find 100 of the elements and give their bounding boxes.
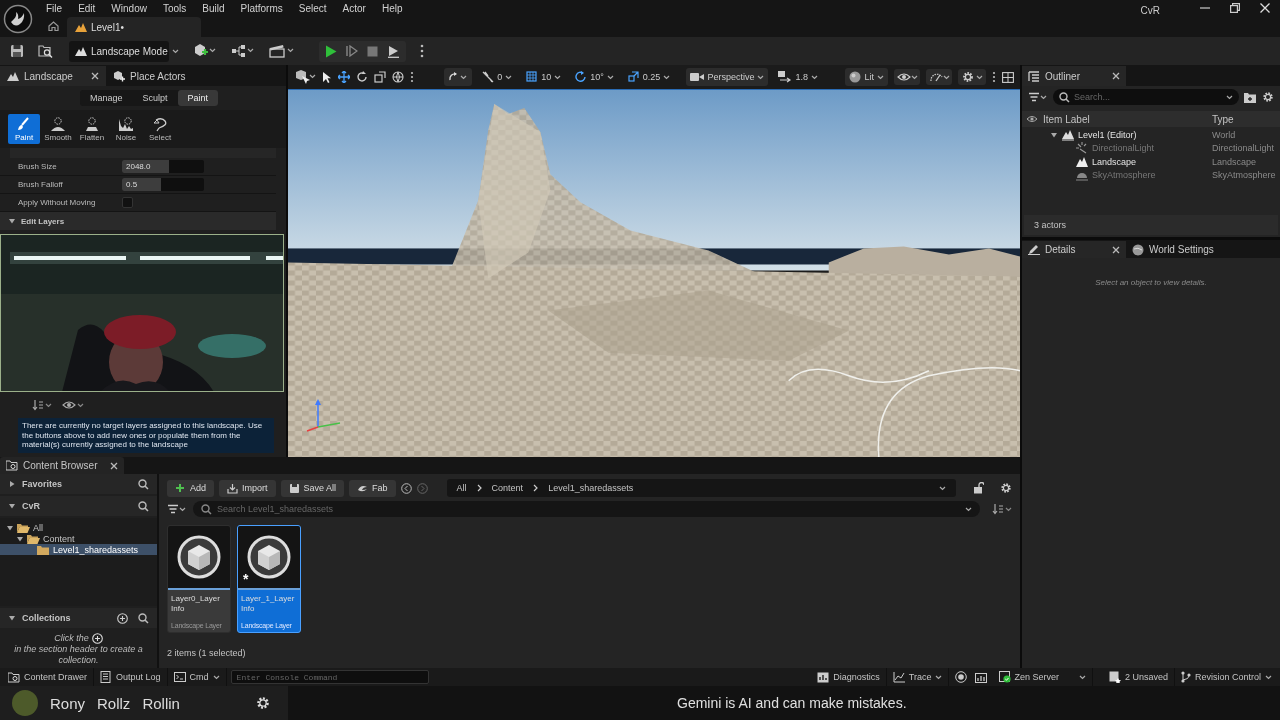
expander-icon[interactable] bbox=[6, 523, 14, 532]
sort-icon[interactable] bbox=[992, 503, 1012, 515]
eject-icon[interactable] bbox=[387, 44, 400, 58]
home-icon[interactable] bbox=[48, 21, 59, 31]
path-bar[interactable]: All Content Level1_sharedassets bbox=[446, 479, 956, 497]
checkbox[interactable] bbox=[122, 197, 133, 208]
folder-row[interactable]: Content bbox=[0, 533, 157, 544]
settings-icon[interactable] bbox=[1262, 91, 1274, 103]
search-input[interactable]: Search... bbox=[1074, 92, 1222, 102]
view-mode-dropdown[interactable]: Lit bbox=[845, 68, 888, 86]
menu-item[interactable]: File bbox=[38, 0, 71, 16]
section-header[interactable]: Edit Layers bbox=[21, 216, 65, 226]
caret-icon[interactable] bbox=[939, 485, 946, 491]
back-icon[interactable] bbox=[400, 482, 412, 494]
snap-dropdown[interactable]: 0.25 bbox=[623, 68, 675, 86]
breadcrumb-item[interactable]: Level1_sharedassets bbox=[548, 483, 634, 493]
tool-button[interactable]: Smooth bbox=[42, 114, 74, 144]
snap-dropdown[interactable]: 0 bbox=[478, 68, 517, 86]
search-field[interactable]: Search... bbox=[1053, 89, 1239, 105]
tool-button[interactable]: Paint bbox=[8, 114, 40, 144]
outliner-item[interactable]: Landscape bbox=[1092, 156, 1137, 167]
close-icon[interactable] bbox=[1112, 245, 1120, 254]
outliner-item[interactable]: SkyAtmosphere bbox=[1092, 170, 1156, 181]
section-header[interactable]: Favorites bbox=[22, 479, 63, 489]
expander-icon[interactable] bbox=[8, 502, 16, 510]
menu-item[interactable]: Select bbox=[290, 0, 335, 16]
eye-icon[interactable] bbox=[1026, 115, 1038, 123]
close-icon[interactable] bbox=[91, 72, 99, 80]
search-icon[interactable] bbox=[138, 612, 149, 624]
record-icon[interactable] bbox=[955, 671, 968, 683]
breadcrumb-item[interactable]: Content bbox=[491, 483, 524, 493]
toolbar-button[interactable]: Save All bbox=[280, 479, 345, 497]
section-header[interactable]: Collections bbox=[22, 613, 71, 623]
console-input[interactable]: Enter Console Command bbox=[230, 670, 429, 684]
stop-icon[interactable] bbox=[367, 45, 378, 57]
number-slider[interactable]: 2048.0 bbox=[122, 160, 204, 173]
expander-icon[interactable] bbox=[8, 480, 16, 488]
sort-icon[interactable] bbox=[32, 399, 52, 411]
logo-icon[interactable] bbox=[3, 3, 33, 34]
panel-tab[interactable]: Details bbox=[1022, 241, 1126, 258]
more-icon[interactable] bbox=[410, 71, 414, 83]
outliner-item[interactable]: Level1 (Editor) bbox=[1078, 129, 1137, 140]
snap-dropdown[interactable]: 10 bbox=[522, 68, 566, 86]
search-input[interactable]: Search Level1_sharedassets bbox=[217, 504, 960, 514]
search-icon[interactable] bbox=[138, 500, 149, 512]
breadcrumb-item[interactable]: All bbox=[456, 483, 467, 493]
search-icon[interactable] bbox=[138, 478, 149, 490]
number-slider[interactable]: 0.5 bbox=[122, 178, 204, 191]
search-icon[interactable] bbox=[201, 503, 212, 515]
menu-item[interactable]: Help bbox=[373, 0, 411, 16]
unlock-icon[interactable] bbox=[973, 482, 984, 494]
toolbar-button[interactable]: Add bbox=[167, 479, 214, 497]
document-tab[interactable]: Level1• bbox=[67, 17, 201, 37]
snap-dropdown[interactable]: 10° bbox=[571, 68, 618, 86]
gear-dropdown-icon[interactable] bbox=[958, 69, 986, 85]
section-header[interactable]: CvR bbox=[22, 501, 40, 511]
add-folder-icon[interactable] bbox=[1244, 91, 1257, 103]
menu-item[interactable]: Build bbox=[194, 0, 233, 16]
expander-icon[interactable] bbox=[8, 217, 16, 225]
more-icon[interactable] bbox=[420, 44, 424, 58]
show-eye-icon[interactable] bbox=[894, 69, 920, 85]
rotate-icon[interactable] bbox=[356, 71, 368, 83]
settings-icon[interactable] bbox=[1000, 482, 1012, 494]
surface-snap-icon[interactable] bbox=[448, 71, 469, 83]
menu-item[interactable]: Actor bbox=[334, 0, 374, 16]
more-icon[interactable] bbox=[992, 71, 996, 83]
panel-tab[interactable]: Content Browser bbox=[0, 457, 124, 474]
search-icon[interactable] bbox=[1059, 91, 1070, 103]
scale-icon[interactable] bbox=[374, 71, 386, 83]
expander-icon[interactable] bbox=[16, 534, 24, 543]
expander-icon[interactable] bbox=[8, 614, 16, 622]
panel-tab[interactable]: Place Actors bbox=[106, 66, 193, 86]
expander-icon[interactable] bbox=[1050, 130, 1058, 139]
filter-icon[interactable] bbox=[1028, 92, 1048, 102]
toolbar-button[interactable]: Fab bbox=[349, 479, 396, 497]
clapperboard-icon[interactable] bbox=[269, 43, 295, 59]
outliner-item[interactable]: DirectionalLight bbox=[1092, 143, 1155, 154]
folder-search-icon[interactable] bbox=[38, 44, 53, 58]
settings-icon[interactable] bbox=[256, 696, 270, 710]
screenshot-icon[interactable] bbox=[975, 671, 988, 683]
tool-button[interactable]: Select bbox=[144, 114, 176, 144]
speed-dropdown[interactable]: 1.8 bbox=[774, 68, 822, 86]
filter-icon[interactable] bbox=[167, 504, 187, 514]
revision-control-dropdown[interactable]: Revision Control bbox=[1174, 668, 1278, 686]
column-header[interactable]: Type bbox=[1208, 113, 1280, 125]
layout-icon[interactable] bbox=[1002, 71, 1014, 83]
node-graph-icon[interactable] bbox=[231, 43, 255, 59]
menu-item[interactable]: Edit bbox=[70, 0, 104, 16]
camera-dropdown[interactable]: Perspective bbox=[686, 68, 769, 86]
eye-icon[interactable] bbox=[62, 399, 84, 411]
select-mode-icon[interactable] bbox=[294, 69, 316, 85]
close-icon[interactable] bbox=[1260, 3, 1270, 13]
folder-row[interactable]: Level1_sharedassets bbox=[0, 544, 157, 555]
add-cube-icon[interactable] bbox=[193, 43, 217, 59]
panel-tab[interactable]: Outliner bbox=[1022, 66, 1126, 86]
mode-tab[interactable]: Paint bbox=[177, 90, 219, 106]
tool-button[interactable]: Flatten bbox=[76, 114, 108, 144]
close-icon[interactable] bbox=[110, 461, 118, 470]
gauge-icon[interactable] bbox=[926, 69, 952, 85]
move-icon[interactable] bbox=[338, 71, 350, 83]
